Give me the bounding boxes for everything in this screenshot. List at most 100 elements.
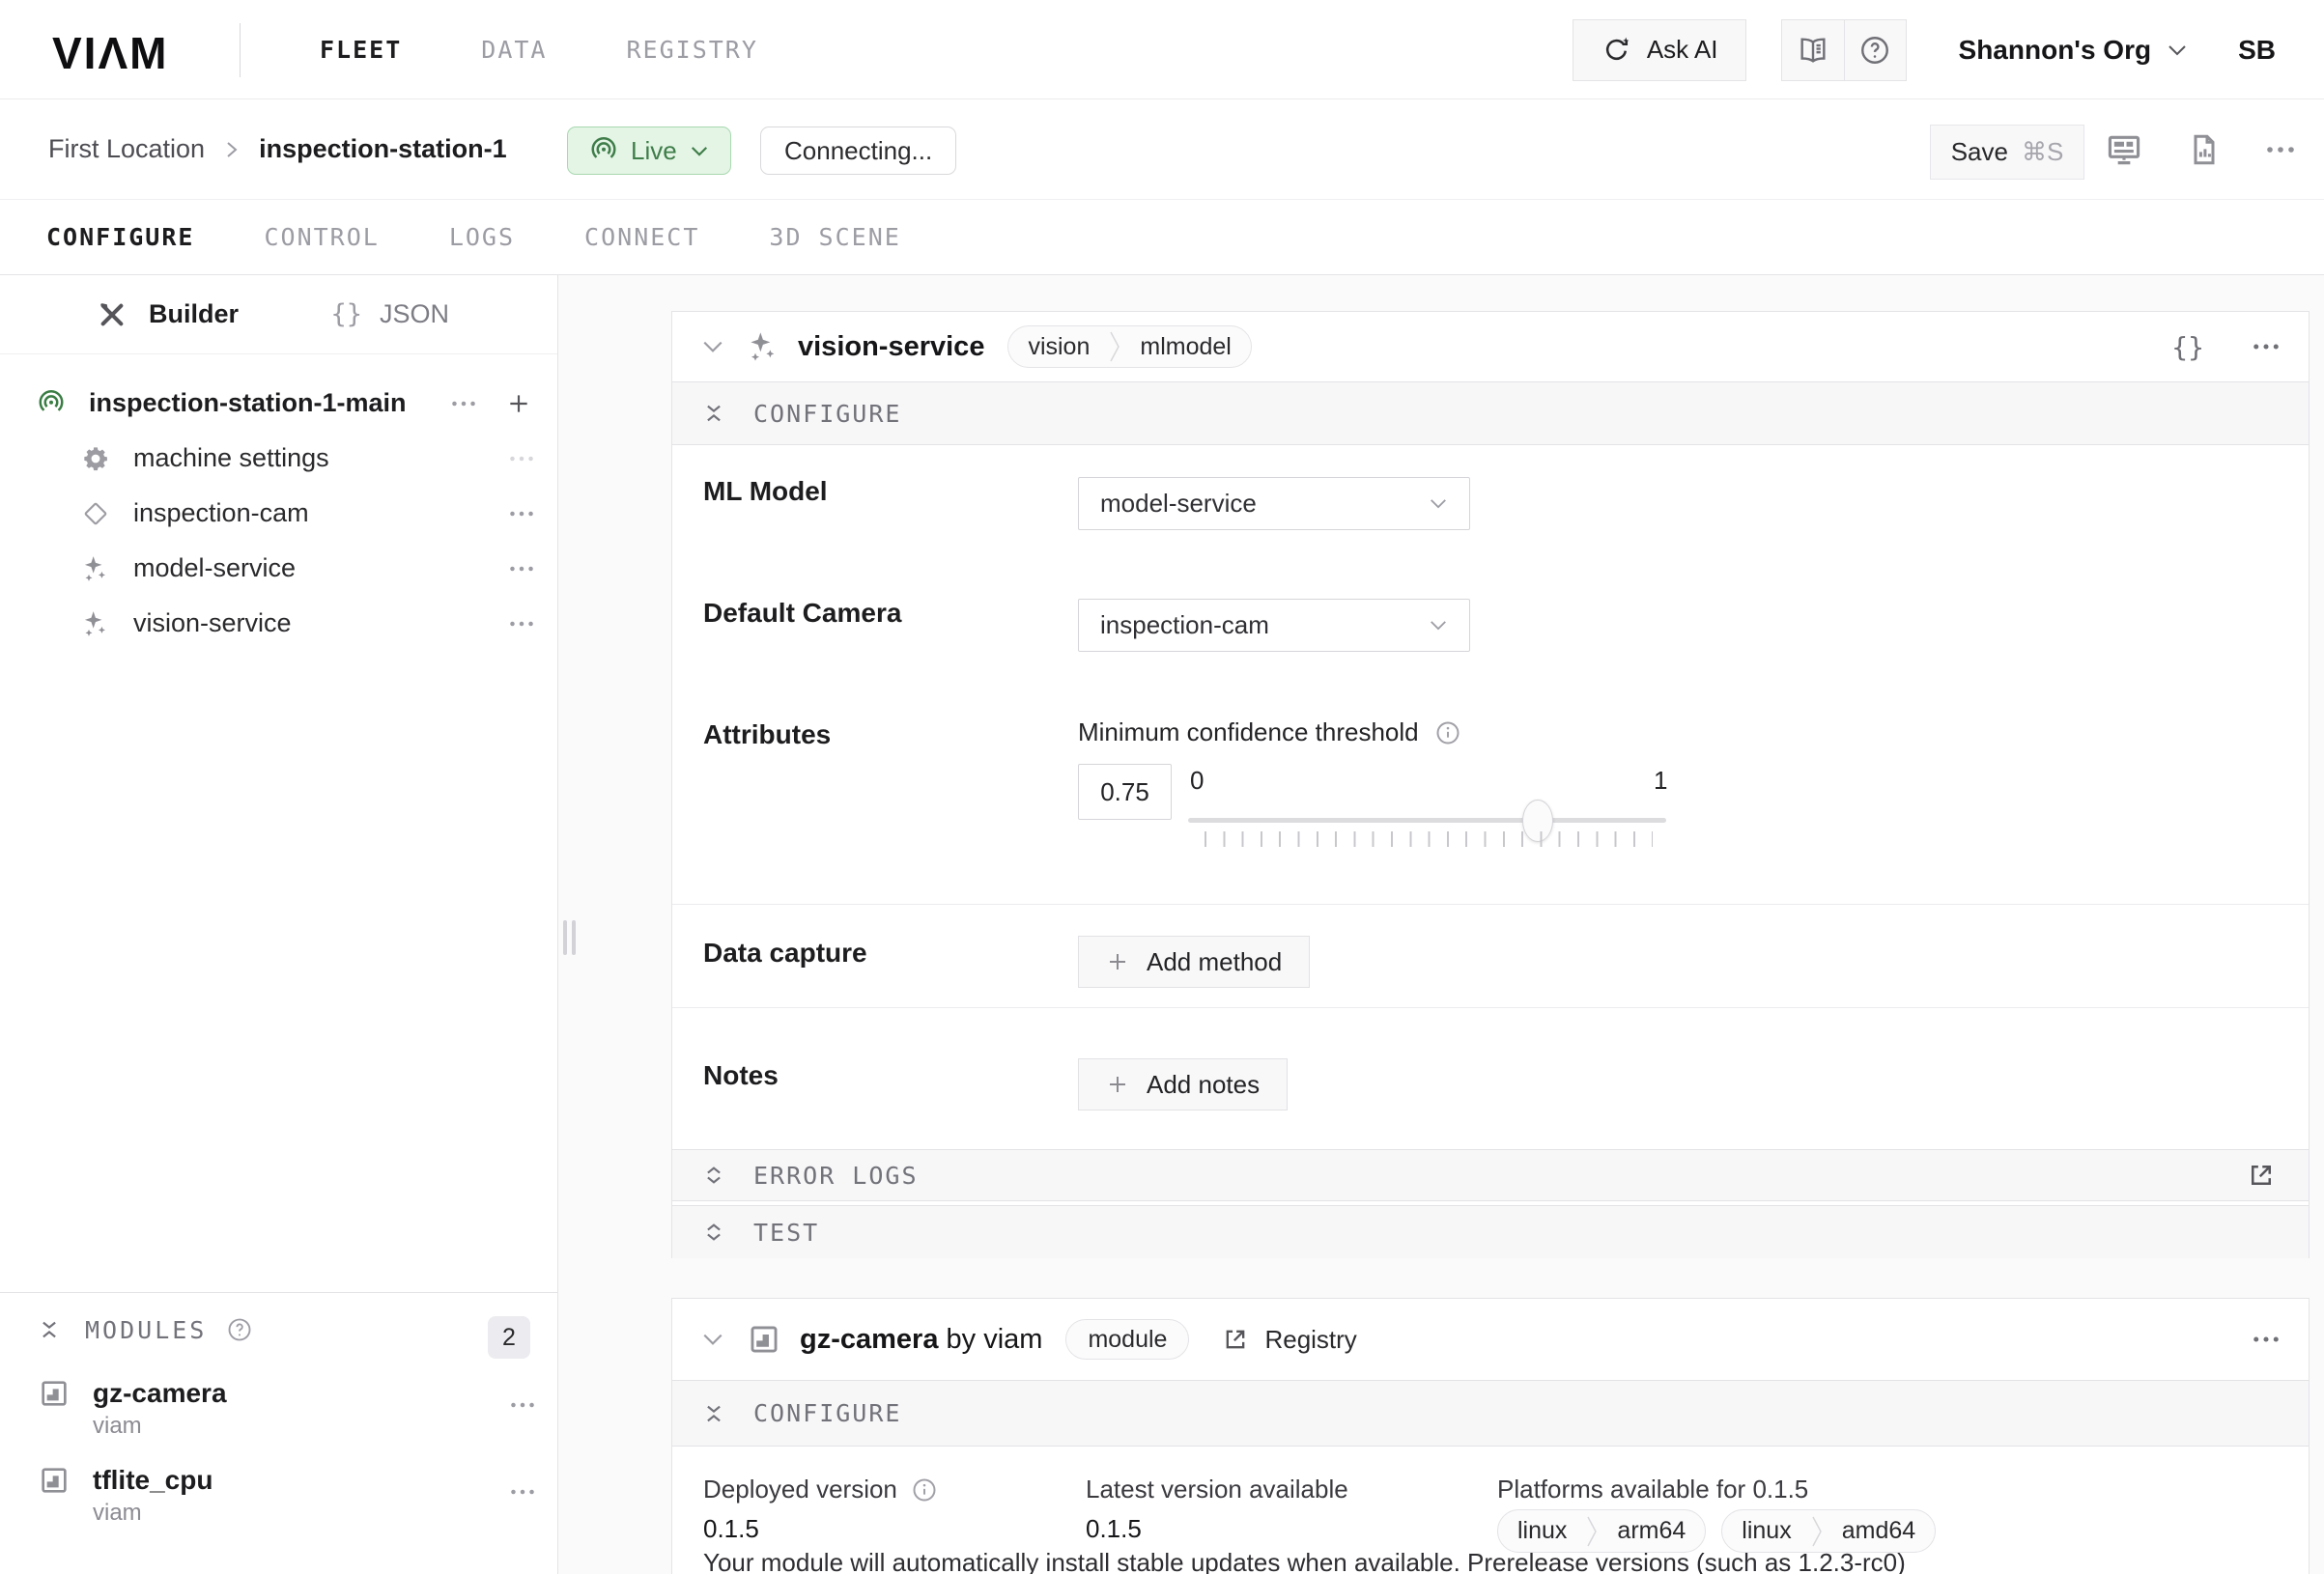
- chevron-down-icon: [2167, 43, 2188, 57]
- builder-mode[interactable]: Builder: [97, 299, 239, 330]
- broadcast-icon: [589, 136, 618, 165]
- collapse-icon: [703, 401, 724, 426]
- vision-card-header: vision-service vision mlmodel {}: [672, 312, 2309, 381]
- info-icon[interactable]: [911, 1476, 938, 1504]
- save-shortcut: ⌘S: [2022, 137, 2063, 167]
- item-more-icon[interactable]: [509, 620, 534, 628]
- card-more-icon[interactable]: [2253, 343, 2280, 351]
- slider-ticks: [1205, 831, 1653, 847]
- more-menu-icon[interactable]: [2266, 146, 2295, 154]
- item-more-icon[interactable]: [451, 400, 476, 408]
- threshold-label: Minimum confidence threshold: [1078, 717, 1461, 747]
- data-capture-label: Data capture: [703, 938, 867, 969]
- save-button[interactable]: Save ⌘S: [1930, 125, 2084, 180]
- report-file-icon[interactable]: [2187, 132, 2222, 167]
- default-camera-select[interactable]: inspection-cam: [1078, 599, 1470, 652]
- chevron-down-icon: [690, 145, 709, 157]
- ask-ai-button[interactable]: Ask AI: [1573, 19, 1746, 81]
- monitor-icon[interactable]: [2106, 131, 2142, 168]
- chevron-down-icon[interactable]: [701, 1332, 724, 1347]
- service-sparkle-icon: [748, 331, 779, 362]
- item-more-icon[interactable]: [509, 455, 534, 463]
- user-avatar[interactable]: SB: [2238, 35, 2276, 66]
- info-icon[interactable]: [1434, 719, 1461, 746]
- expand-icon: [703, 1220, 724, 1245]
- external-link-icon: [1222, 1326, 1249, 1353]
- tab-3d-scene[interactable]: 3D SCENE: [769, 223, 900, 251]
- tools-icon: [97, 299, 128, 330]
- modules-header[interactable]: MODULES 2: [0, 1293, 557, 1353]
- registry-link[interactable]: Registry: [1222, 1325, 1356, 1355]
- nav-item-data[interactable]: DATA: [481, 36, 547, 64]
- item-more-icon[interactable]: [510, 1488, 535, 1496]
- help-icon-group: [1781, 19, 1907, 81]
- json-mode[interactable]: {} JSON: [330, 299, 449, 329]
- nav-item-fleet[interactable]: FLEET: [320, 36, 402, 64]
- open-logs-external-icon[interactable]: [2247, 1161, 2276, 1190]
- connection-status-button[interactable]: Connecting...: [760, 126, 956, 175]
- tree-item-vision-service[interactable]: vision-service: [0, 596, 557, 651]
- help-icon[interactable]: [226, 1316, 253, 1343]
- platforms-label: Platforms available for 0.1.5: [1497, 1475, 1808, 1504]
- tree-item-main-part[interactable]: inspection-station-1-main: [0, 376, 557, 431]
- help-button[interactable]: [1844, 20, 1906, 80]
- collapse-icon: [39, 1317, 60, 1342]
- docs-button[interactable]: [1782, 20, 1844, 80]
- item-more-icon[interactable]: [509, 565, 534, 573]
- tab-logs[interactable]: LOGS: [449, 223, 515, 251]
- card-more-icon[interactable]: [2253, 1335, 2280, 1343]
- nav-divider: [240, 23, 241, 77]
- tab-control[interactable]: CONTROL: [264, 223, 379, 251]
- chevron-down-icon: [1429, 497, 1448, 510]
- plus-icon: [1106, 1073, 1129, 1096]
- vision-service-card: vision-service vision mlmodel {}: [671, 311, 2310, 1258]
- deployed-version-value: 0.1.5: [703, 1514, 759, 1544]
- tab-configure[interactable]: CONFIGURE: [46, 223, 194, 251]
- machine-status-dropdown[interactable]: Live: [567, 126, 731, 175]
- add-component-icon[interactable]: [506, 391, 531, 416]
- nav-right: Ask AI: [1573, 0, 2295, 99]
- tree-item-model-service[interactable]: model-service: [0, 541, 557, 596]
- default-camera-label: Default Camera: [703, 598, 901, 629]
- chevron-down-icon[interactable]: [701, 339, 724, 354]
- nav-item-registry[interactable]: REGISTRY: [626, 36, 757, 64]
- machine-name: inspection-station-1: [259, 134, 507, 164]
- tag-divider: [1586, 1515, 1598, 1548]
- primary-nav: FLEET DATA REGISTRY: [320, 0, 758, 99]
- org-switcher[interactable]: Shannon's Org: [1959, 35, 2189, 66]
- gz-camera-module-card: gz-camera by viam module Registry: [671, 1298, 2310, 1574]
- item-more-icon[interactable]: [509, 510, 534, 518]
- configure-page: Builder {} JSON inspection-station-1-mai…: [0, 275, 2324, 1574]
- viam-logo[interactable]: VIΛM: [52, 27, 168, 79]
- module-icon: [748, 1323, 780, 1356]
- sidebar-resize-handle[interactable]: [563, 920, 577, 955]
- edit-json-icon[interactable]: {}: [2171, 331, 2204, 363]
- plus-icon: [1106, 950, 1129, 973]
- configure-section-header[interactable]: CONFIGURE: [672, 1380, 2309, 1447]
- platform-tag: linux arm64: [1497, 1509, 1706, 1553]
- tab-connect[interactable]: CONNECT: [584, 223, 699, 251]
- breadcrumb: First Location inspection-station-1: [48, 134, 507, 164]
- machine-part-icon: [37, 389, 66, 418]
- item-more-icon[interactable]: [510, 1401, 535, 1409]
- module-org: viam: [93, 1500, 213, 1527]
- configure-section-header[interactable]: CONFIGURE: [672, 381, 2309, 445]
- machine-tabs: CONFIGURE CONTROL LOGS CONNECT 3D SCENE: [0, 200, 2324, 275]
- error-logs-section-header[interactable]: ERROR LOGS: [672, 1149, 2309, 1201]
- tree-item-inspection-cam[interactable]: inspection-cam: [0, 486, 557, 541]
- ml-model-select[interactable]: model-service: [1078, 477, 1470, 530]
- test-section-header[interactable]: TEST: [672, 1205, 2309, 1258]
- service-type-tag: vision mlmodel: [1007, 325, 1251, 368]
- book-icon: [1797, 34, 1829, 67]
- module-list-item[interactable]: tflite_cpu viam: [39, 1465, 557, 1527]
- threshold-slider-track[interactable]: [1188, 818, 1666, 823]
- threshold-input[interactable]: 0.75: [1078, 764, 1172, 820]
- breadcrumb-location[interactable]: First Location: [48, 134, 205, 164]
- tree-item-machine-settings[interactable]: machine settings: [0, 431, 557, 486]
- module-tag: module: [1065, 1319, 1189, 1360]
- machine-subheader: First Location inspection-station-1 Live…: [0, 99, 2324, 200]
- add-method-button[interactable]: Add method: [1078, 936, 1310, 988]
- module-list-item[interactable]: gz-camera viam: [39, 1378, 557, 1440]
- braces-icon: {}: [330, 299, 362, 329]
- add-notes-button[interactable]: Add notes: [1078, 1058, 1288, 1110]
